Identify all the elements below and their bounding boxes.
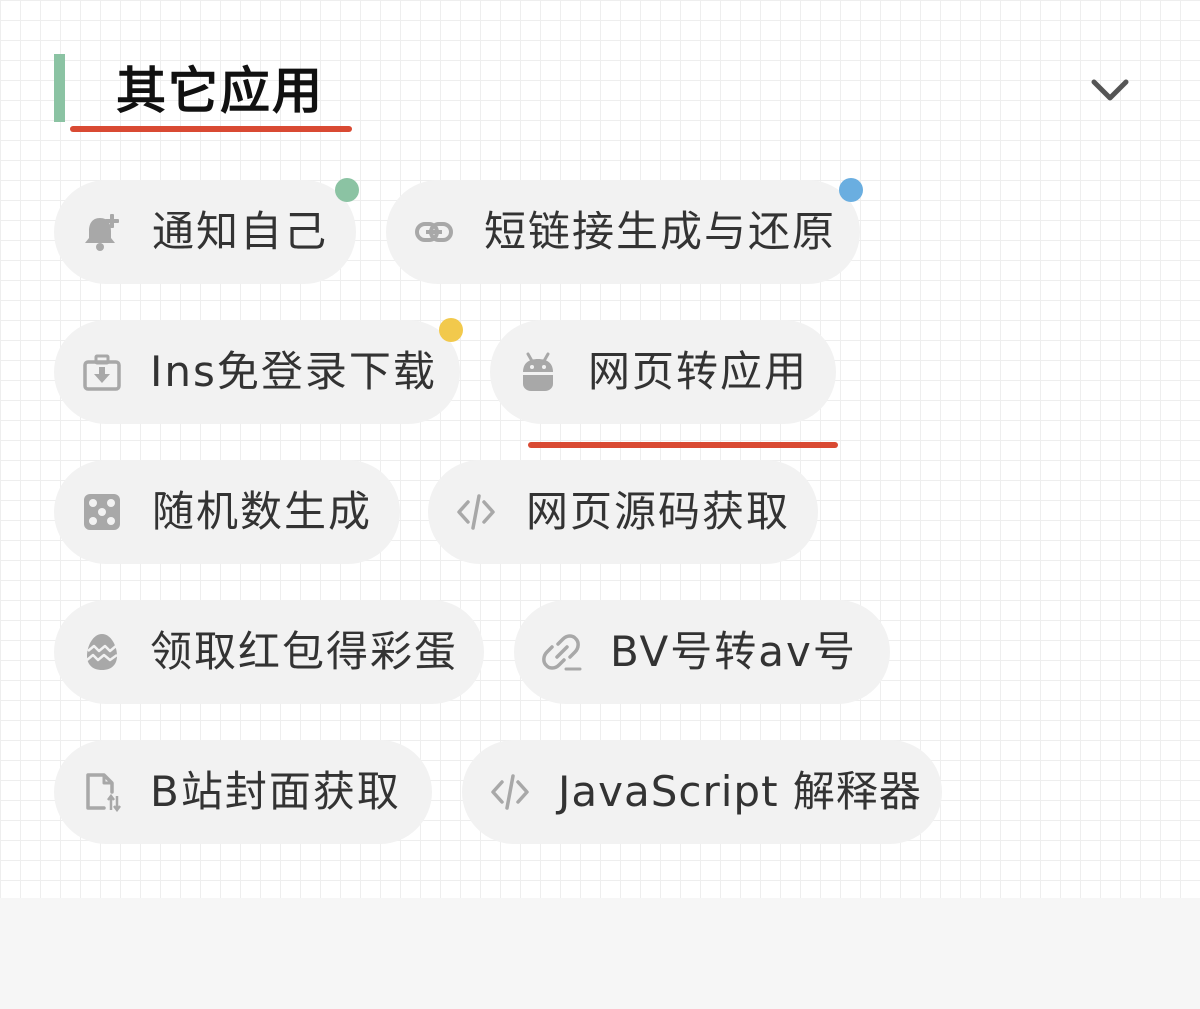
app-label: 领取红包得彩蛋 [150, 627, 459, 676]
app-chip-web-to-app[interactable]: 网页转应用 [490, 320, 836, 424]
status-dot [439, 318, 463, 342]
app-label: 网页转应用 [588, 347, 809, 396]
app-chip-bilibili-cover[interactable]: B站封面获取 [54, 740, 432, 844]
file-swap-icon [82, 772, 122, 813]
status-dot [839, 178, 863, 202]
dice-icon [82, 492, 122, 532]
app-label: 网页源码获取 [526, 487, 791, 536]
app-label: 通知自己 [152, 207, 329, 256]
chevron-down-icon[interactable] [1088, 70, 1132, 110]
app-chip-page-source[interactable]: 网页源码获取 [428, 460, 818, 564]
app-chip-random-number[interactable]: 随机数生成 [54, 460, 400, 564]
app-label: BV号转av号 [610, 627, 857, 676]
app-label: JavaScript 解释器 [558, 767, 922, 816]
code-icon [456, 492, 496, 532]
app-chip-bv-to-av[interactable]: BV号转av号 [514, 600, 890, 704]
app-chip-javascript-interpreter[interactable]: JavaScript 解释器 [462, 740, 942, 844]
link-icon [414, 212, 454, 252]
highlight-underline [528, 442, 838, 448]
bottom-area [0, 898, 1200, 1009]
app-label: Ins免登录下载 [150, 347, 437, 396]
app-label: B站封面获取 [150, 767, 401, 816]
app-chip-short-link[interactable]: 短链接生成与还原 [386, 180, 860, 284]
app-label: 短链接生成与还原 [484, 207, 837, 256]
other-apps-panel: 其它应用 通知自己 短链接生成与还原 Ins免登录下载 网页转应用 随机数生成 … [0, 0, 1200, 898]
android-icon [518, 352, 558, 392]
bell-plus-icon [82, 212, 122, 252]
title-underline [70, 126, 352, 132]
app-chip-ins-download[interactable]: Ins免登录下载 [54, 320, 460, 424]
status-dot [335, 178, 359, 202]
section-title: 其它应用 [116, 62, 324, 120]
app-chip-red-packet-egg[interactable]: 领取红包得彩蛋 [54, 600, 484, 704]
section-accent-bar [54, 54, 65, 122]
app-label: 随机数生成 [152, 487, 373, 536]
code-icon [490, 772, 530, 812]
broken-link-icon [542, 632, 582, 672]
app-chip-notify-self[interactable]: 通知自己 [54, 180, 356, 284]
download-box-icon [82, 352, 122, 392]
egg-icon [82, 632, 122, 672]
